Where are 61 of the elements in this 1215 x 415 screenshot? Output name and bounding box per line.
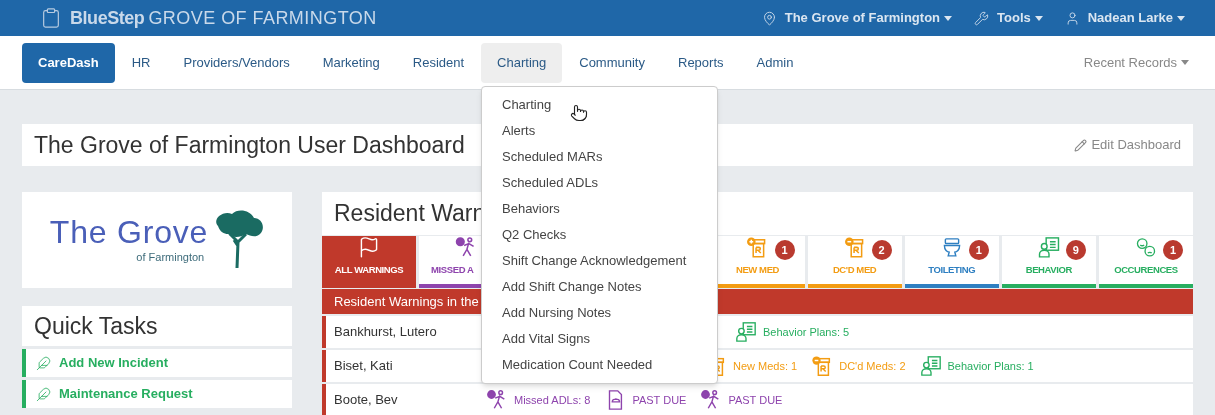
user-icon [1064,10,1080,26]
count-badge: 2 [871,240,892,260]
nav-tab[interactable]: Reports [662,42,740,83]
dropdown-item[interactable]: Behaviors [482,196,717,222]
resident-name: Biset, Kati [333,357,394,376]
nav-tab[interactable]: CareDash [22,42,115,83]
nav-tab[interactable]: Providers/Vendors [167,42,306,83]
nav-tab[interactable]: Marketing [306,42,396,83]
count-badge: 1 [774,240,795,260]
caret-icon [944,15,953,21]
pencil-icon [1074,138,1088,152]
resident-name: Bankhurst, Lutero [333,323,438,342]
caret-icon [1034,15,1043,21]
person-list-icon [1036,236,1061,259]
warning-tab[interactable]: ALL WARNINGS [322,236,417,288]
warning-tab[interactable]: BEHAVIOR 9 [1001,236,1096,288]
feather-icon [36,355,51,371]
recent-records-menu[interactable]: Recent Records [1083,52,1189,73]
dashboard-title: The Grove of Farmington User Dashboard [34,130,465,160]
hand-cursor-icon [570,104,588,122]
nav-tab[interactable]: Resident [396,42,481,83]
warning-item[interactable]: Missed ADLs: 8 [514,391,591,409]
location-pin-icon [761,10,777,26]
figure-icon [486,389,508,411]
dropdown-item[interactable]: Alerts [482,118,717,144]
warning-item[interactable]: PAST DUE [728,391,783,409]
logo-name: The Grove [49,214,209,249]
edit-dashboard-button[interactable]: Edit Dashboard [1074,135,1181,155]
dropdown-item[interactable]: Scheduled MARs [482,144,717,170]
caret-icon [1181,60,1189,65]
count-badge: 1 [968,240,989,260]
dropdown-item[interactable]: Medication Count Needed [482,352,717,378]
warning-item[interactable]: PAST DUE [632,391,687,409]
nav-tab[interactable]: Charting [481,42,563,83]
dropdown-item[interactable]: Scheduled ADLs [482,170,717,196]
person-list-icon [919,355,942,377]
brand-name: BlueStep [70,6,145,30]
logo-subtitle: of Farmington [136,249,205,265]
warning-tab[interactable]: OCCURENCES 1 [1098,236,1193,288]
dropdown-item[interactable]: Charting [482,92,717,118]
warning-tab[interactable]: TOILETING 1 [904,236,999,288]
nav-tab[interactable]: Admin [740,42,810,83]
dropdown-item[interactable]: Add Nursing Notes [482,300,717,326]
nav-tab[interactable]: Community [563,42,661,83]
warning-tab[interactable]: DC'D MED 2 [807,236,902,288]
resident-name: Boote, Bev [333,391,399,410]
clipboard-icon [40,7,62,29]
count-badge: 9 [1065,240,1086,260]
caret-icon [1177,15,1185,21]
top-menu[interactable]: Tools [974,8,1043,28]
banner-text: Resident Warnings in the [334,292,479,311]
wrench-icon [974,10,990,26]
feather-icon [36,386,51,402]
nav-tab[interactable]: HR [115,42,167,83]
top-menu[interactable]: Nadean Larke [1064,8,1185,28]
site-name: GROVE OF FARMINGTON [148,6,377,30]
quick-tasks-title: Quick Tasks [34,311,158,341]
person-list-icon [735,321,757,343]
dropdown-item[interactable]: Add Vital Signs [482,326,717,352]
count-badge: 1 [1163,240,1183,260]
top-menu[interactable]: The Grove of Farmington [761,8,953,28]
